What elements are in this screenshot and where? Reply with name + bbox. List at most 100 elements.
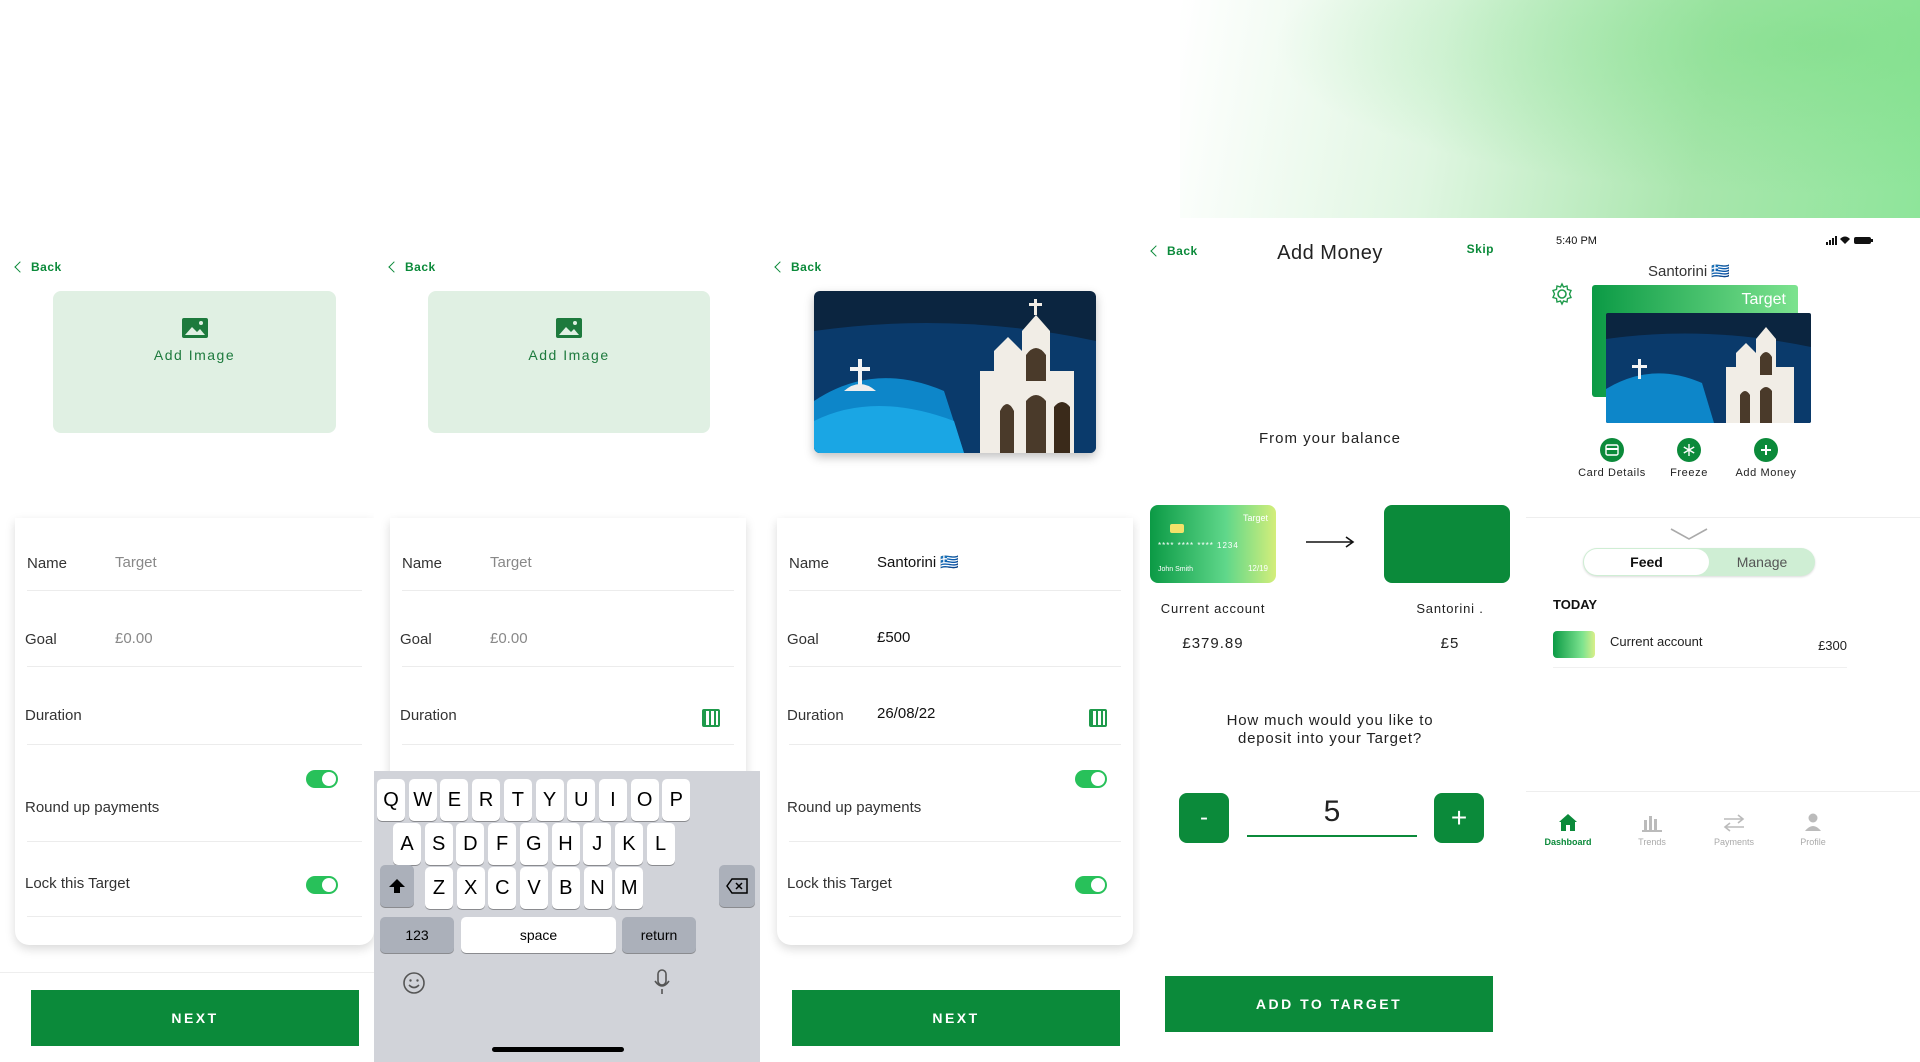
action-add-money[interactable]: Add Money xyxy=(1726,438,1806,479)
decrease-button[interactable]: - xyxy=(1179,793,1229,843)
target-card-photo xyxy=(1606,313,1811,423)
status-time: 5:40 PM xyxy=(1556,235,1597,247)
key-s[interactable]: S xyxy=(424,823,453,865)
nav-label: Dashboard xyxy=(1544,837,1592,847)
snowflake-icon xyxy=(1677,438,1701,462)
name-field[interactable]: Name Santorini 🇬🇷 xyxy=(789,518,1121,591)
key-k[interactable]: K xyxy=(614,823,643,865)
key-i[interactable]: I xyxy=(598,779,627,821)
key-q[interactable]: Q xyxy=(377,779,405,821)
key-j[interactable]: J xyxy=(583,823,612,865)
key-r[interactable]: R xyxy=(472,779,501,821)
microphone-icon[interactable] xyxy=(654,969,670,995)
emoji-icon[interactable] xyxy=(402,971,426,995)
nav-label: Trends xyxy=(1638,837,1666,847)
key-b[interactable]: B xyxy=(551,867,580,909)
keyboard: QWERTYUIOP ASDFGHJKL ZXCVBNM 123 space ret… xyxy=(374,771,760,1062)
action-card-details[interactable]: Card Details xyxy=(1572,438,1652,479)
deposit-question: How much would you like to deposit into … xyxy=(1226,712,1434,747)
shift-key[interactable] xyxy=(380,865,414,907)
target-label: Santorini . xyxy=(1416,601,1484,616)
action-freeze[interactable]: Freeze xyxy=(1649,438,1729,479)
lock-toggle[interactable] xyxy=(1075,876,1107,894)
form-card: Name Target Goal £0.00 Duration Round up p… xyxy=(15,518,374,945)
key-w[interactable]: W xyxy=(408,779,437,821)
home-indicator xyxy=(492,1047,624,1052)
key-f[interactable]: F xyxy=(488,823,517,865)
chevron-left-icon xyxy=(774,261,786,273)
goal-field[interactable]: Goal £0.00 xyxy=(25,591,362,667)
back-button[interactable]: Back xyxy=(774,260,822,274)
goal-field[interactable]: Goal £0.00 xyxy=(400,591,734,667)
chevron-down-icon[interactable] xyxy=(1669,527,1709,541)
duration-field[interactable]: Duration xyxy=(25,667,362,745)
lock-row: Lock this Target xyxy=(25,842,362,917)
lock-row: Lock this Target xyxy=(787,842,1121,917)
card-icon xyxy=(1600,438,1624,462)
feed-item-amount: £300 xyxy=(1818,638,1847,653)
santorini-image xyxy=(814,291,1096,453)
name-field[interactable]: Name Target xyxy=(27,518,362,591)
goal-field[interactable]: Goal £500 xyxy=(787,591,1121,667)
key-e[interactable]: E xyxy=(440,779,469,821)
nav-profile[interactable]: Profile xyxy=(1779,810,1847,847)
back-button[interactable]: Back xyxy=(388,260,436,274)
key-a[interactable]: A xyxy=(393,823,421,865)
key-x[interactable]: X xyxy=(456,867,485,909)
calendar-icon[interactable] xyxy=(1089,709,1107,727)
tab-feed[interactable]: Feed xyxy=(1584,549,1709,575)
space-key[interactable]: space xyxy=(461,917,616,953)
feed-item-label: Current account xyxy=(1610,634,1703,649)
key-l[interactable]: L xyxy=(646,823,675,865)
next-button[interactable]: NEXT xyxy=(31,990,359,1046)
nav-dashboard[interactable]: Dashboard xyxy=(1534,810,1602,847)
key-u[interactable]: U xyxy=(567,779,596,821)
screen-add-money: Back Add Money Skip From your balance Ta… xyxy=(1140,218,1526,1062)
key-y[interactable]: Y xyxy=(535,779,564,821)
round-up-row: Round up payments xyxy=(25,745,362,842)
key-n[interactable]: N xyxy=(583,867,612,909)
key-o[interactable]: O xyxy=(630,779,659,821)
key-h[interactable]: H xyxy=(551,823,580,865)
key-d[interactable]: D xyxy=(456,823,485,865)
key-v[interactable]: V xyxy=(520,867,549,909)
next-button[interactable]: NEXT xyxy=(792,990,1120,1046)
key-p[interactable]: P xyxy=(662,779,691,821)
chevron-left-icon xyxy=(388,261,400,273)
key-g[interactable]: G xyxy=(519,823,548,865)
add-image-button[interactable]: Add Image xyxy=(53,291,336,433)
name-field[interactable]: Name Target xyxy=(402,518,734,591)
add-to-target-button[interactable]: ADD TO TARGET xyxy=(1165,976,1493,1032)
santorini-image xyxy=(1606,313,1811,423)
nav-trends[interactable]: Trends xyxy=(1618,810,1686,847)
nav-payments[interactable]: Payments xyxy=(1700,810,1768,847)
calendar-icon[interactable] xyxy=(702,709,720,727)
amount-input[interactable]: 5 xyxy=(1247,785,1417,837)
key-t[interactable]: T xyxy=(503,779,532,821)
key-z[interactable]: Z xyxy=(425,867,453,909)
tab-manage[interactable]: Manage xyxy=(1709,548,1815,576)
target-card[interactable] xyxy=(1384,505,1510,583)
action-label: Add Money xyxy=(1735,467,1797,479)
back-button[interactable]: Back xyxy=(14,260,62,274)
screen-create-target-filled: Back Name Santorini 🇬🇷 Goal £500 Duration 2… xyxy=(762,218,1140,1062)
lock-toggle[interactable] xyxy=(306,876,338,894)
key-m[interactable]: M xyxy=(615,867,644,909)
round-up-toggle[interactable] xyxy=(1075,770,1107,788)
delete-key[interactable] xyxy=(719,865,755,907)
image-icon xyxy=(181,318,208,338)
screen-target-dashboard: 5:40 PM Santorini 🇬🇷 £300 60% Of £500 Ta… xyxy=(1526,218,1920,1062)
duration-field[interactable]: Duration xyxy=(400,667,734,745)
numbers-key[interactable]: 123 xyxy=(380,917,454,953)
return-key[interactable]: return xyxy=(622,917,696,953)
add-image-button[interactable]: Add Image xyxy=(428,291,710,433)
divider xyxy=(0,972,374,973)
source-card[interactable]: Target **** **** **** 1234 John Smith 12… xyxy=(1150,505,1276,583)
increase-button[interactable]: + xyxy=(1434,793,1484,843)
arrow-right-icon xyxy=(1306,536,1355,548)
key-c[interactable]: C xyxy=(488,867,517,909)
round-up-toggle[interactable] xyxy=(306,770,338,788)
duration-field[interactable]: Duration 26/08/22 xyxy=(787,667,1121,745)
source-label: Current account xyxy=(1160,601,1266,616)
skip-button[interactable]: Skip xyxy=(1467,242,1494,256)
